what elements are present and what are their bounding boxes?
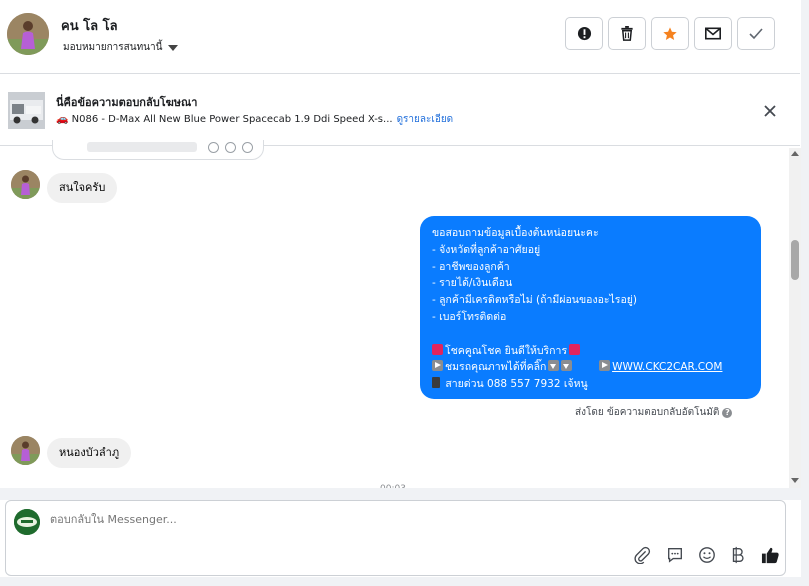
close-icon[interactable]: [761, 102, 779, 120]
star-button[interactable]: [651, 17, 689, 50]
page-avatar: [14, 509, 40, 535]
star-icon: [663, 26, 677, 40]
ad-banner-title: นี่คือข้อความตอบกลับโฆษณา: [56, 96, 198, 109]
ad-details-link[interactable]: ดูรายละเอียด: [397, 114, 454, 125]
play-icon: [432, 360, 443, 372]
sent-by-label: ส่งโดย ข้อความตอบกลับอัตโนมัติ ?: [575, 405, 733, 420]
trash-icon: [621, 26, 633, 41]
emoji-icon[interactable]: [697, 545, 717, 565]
alert-icon: [577, 26, 591, 41]
outgoing-message: ขอสอบถามข้อมูลเบื้องต้นหน่อยนะคะ - จังหว…: [420, 216, 761, 399]
assign-conversation-dropdown[interactable]: มอบหมายการสนทนานี้: [63, 40, 179, 55]
promo-line: โชคคูณโชค ยินดีให้บริการ: [432, 343, 749, 360]
chevron-down-icon: [168, 44, 179, 51]
scroll-up-arrow[interactable]: [791, 151, 799, 156]
incoming-message: สนใจครับ: [47, 173, 118, 203]
baht-icon[interactable]: [728, 545, 748, 565]
gallery-text: ชมรถคุณภาพได้ที่คลิ๊ก: [445, 361, 547, 374]
message-line: - ลูกค้ามีเครดิตหรือไม่ (ถ้ามีผ่อนของอะไ…: [432, 294, 637, 307]
saved-reply-icon[interactable]: [665, 545, 685, 565]
scrollbar-thumb[interactable]: [791, 240, 799, 280]
hotline-line: สายด่วน 088 557 7932 เจ้หนู: [432, 376, 749, 393]
arrow-down-icon: [548, 360, 560, 372]
ad-banner-subtitle: 🚗 N086 - D-Max All New Blue Power Spacec…: [56, 112, 453, 127]
gallery-line: ชมรถคุณภาพได้ที่คลิ๊ก WWW.CKC2CAR.COM: [432, 359, 749, 376]
website-link[interactable]: WWW.CKC2CAR.COM: [612, 361, 722, 373]
composer-divider: [0, 488, 801, 500]
reply-input[interactable]: [50, 513, 650, 526]
promo-text: โชคคูณโชค ยินดีให้บริการ: [445, 344, 568, 357]
assign-label: มอบหมายการสนทนานี้: [63, 42, 163, 53]
scroll-down-arrow[interactable]: [791, 478, 799, 483]
contact-avatar[interactable]: [7, 13, 49, 55]
window-bottom-edge: [0, 577, 809, 586]
window-edge: [801, 0, 809, 586]
message-line: - อาชีพของลูกค้า: [432, 260, 510, 273]
hotline-text: สายด่วน 088 557 7932 เจ้หนู: [445, 378, 588, 391]
ad-thumbnail[interactable]: [8, 92, 45, 129]
delete-button[interactable]: [608, 17, 646, 50]
scrollbar-track[interactable]: [789, 148, 801, 488]
like-icon[interactable]: [760, 545, 780, 565]
help-icon[interactable]: ?: [722, 407, 733, 418]
message-line: ขอสอบถามข้อมูลเบื้องต้นหน่อยนะคะ: [432, 227, 599, 239]
heart-icon: [569, 343, 581, 355]
reply-composer: [5, 500, 786, 576]
incoming-message: หนองบัวลำภู: [47, 438, 132, 468]
conversation-header: คน โล โล มอบหมายการสนทนานี้: [0, 0, 800, 74]
message-line: - รายได้/เงินเดือน: [432, 277, 513, 290]
heart-icon: [432, 343, 443, 355]
message-line: - เบอร์โทรติดต่อ: [432, 310, 507, 323]
ad-product-name: 🚗 N086 - D-Max All New Blue Power Spacec…: [56, 114, 393, 125]
message-line: - จังหวัดที่ลูกค้าอาศัยอยู่: [432, 243, 541, 256]
mark-spam-button[interactable]: [565, 17, 603, 50]
check-icon: [749, 27, 763, 39]
mark-unread-button[interactable]: [694, 17, 732, 50]
mark-done-button[interactable]: [737, 17, 775, 50]
contact-avatar-small[interactable]: [11, 170, 40, 199]
contact-name: คน โล โล: [61, 19, 118, 34]
ad-reply-banner: นี่คือข้อความตอบกลับโฆษณา 🚗 N086 - D-Max…: [0, 75, 800, 146]
previous-ad-card: [52, 140, 264, 160]
play-icon: [599, 360, 611, 372]
phone-icon: [432, 377, 440, 389]
arrow-down-icon: [561, 360, 573, 372]
contact-avatar-small[interactable]: [11, 436, 40, 465]
paperclip-icon[interactable]: [632, 545, 652, 565]
sent-by-text: ส่งโดย ข้อความตอบกลับอัตโนมัติ: [575, 407, 720, 418]
envelope-icon: [705, 27, 721, 40]
